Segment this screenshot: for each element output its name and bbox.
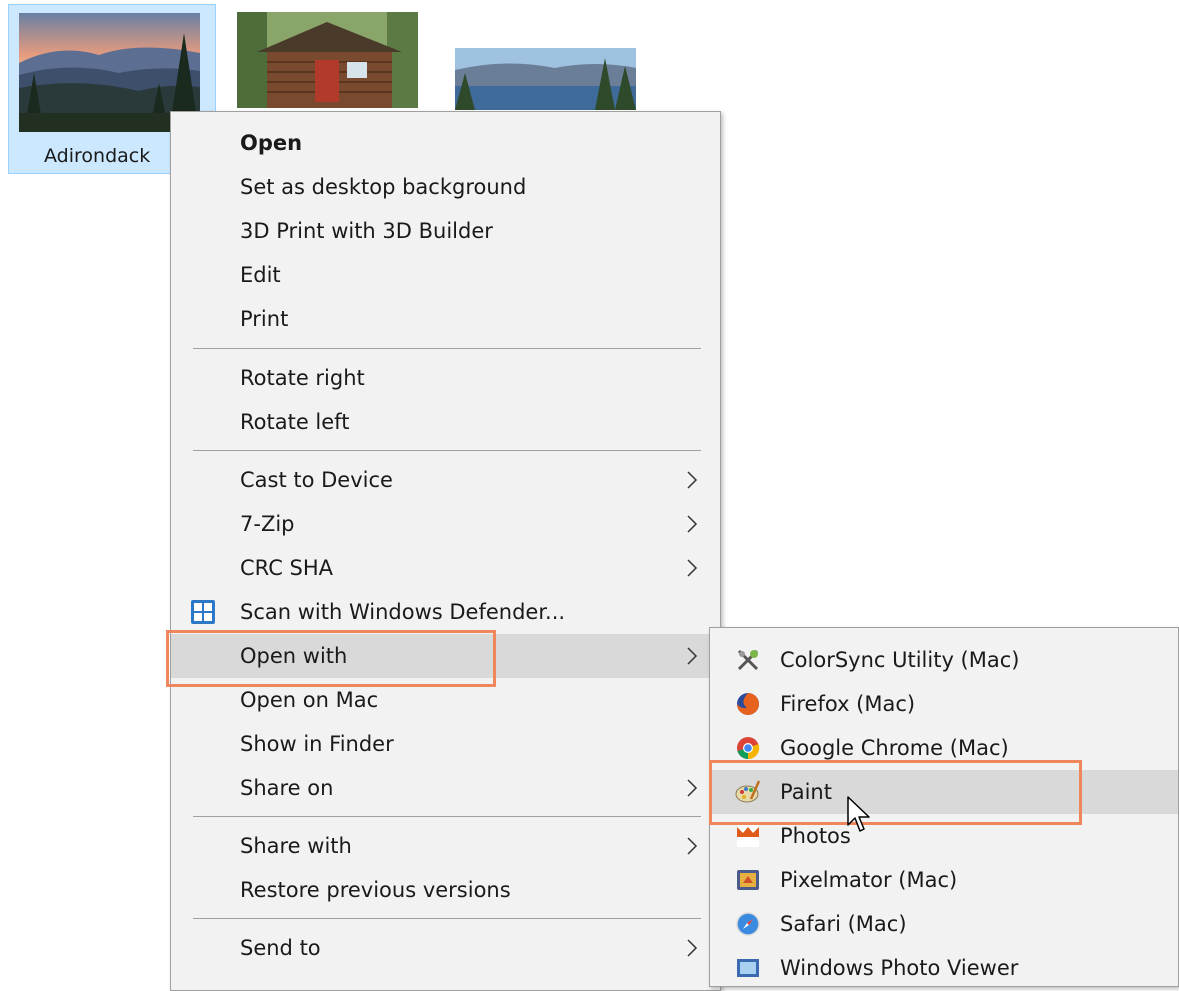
menu-item-edit[interactable]: Edit: [171, 253, 720, 297]
menu-item-label: Share with: [240, 834, 352, 858]
menu-item-label: Open: [240, 131, 303, 155]
chevron-right-icon: [687, 559, 698, 577]
menu-item-label: Show in Finder: [240, 732, 394, 756]
submenu-item-label: Windows Photo Viewer: [780, 956, 1019, 980]
submenu-item-label: Pixelmator (Mac): [780, 868, 958, 892]
menu-item-label: Cast to Device: [240, 468, 393, 492]
menu-item-label: Print: [240, 307, 289, 331]
photo-viewer-icon: [737, 959, 759, 977]
menu-item-share-with[interactable]: Share with: [171, 824, 720, 868]
menu-item-scan-with-windows-defender[interactable]: Scan with Windows Defender...: [171, 590, 720, 634]
colorsync-icon: [737, 649, 759, 671]
submenu-item-colorsync-utility[interactable]: ColorSync Utility (Mac): [710, 638, 1178, 682]
menu-item-rotate-left[interactable]: Rotate left: [171, 400, 720, 444]
menu-item-label: Edit: [240, 263, 281, 287]
menu-separator: [193, 348, 701, 349]
chevron-right-icon: [687, 837, 698, 855]
chrome-icon: [737, 737, 760, 760]
submenu-item-label: ColorSync Utility (Mac): [780, 648, 1020, 672]
menu-item-3d-print[interactable]: 3D Print with 3D Builder: [171, 209, 720, 253]
menu-item-label: CRC SHA: [240, 556, 334, 580]
paint-highlight: [709, 760, 1082, 825]
menu-item-label: Set as desktop background: [240, 175, 527, 199]
menu-item-label: Scan with Windows Defender...: [240, 600, 566, 624]
chevron-right-icon: [687, 471, 698, 489]
menu-item-rotate-right[interactable]: Rotate right: [171, 356, 720, 400]
windows-defender-icon: [191, 600, 215, 624]
menu-item-print[interactable]: Print: [171, 297, 720, 341]
selected-file-label: Adirondack: [44, 145, 151, 167]
menu-item-send-to[interactable]: Send to: [171, 926, 720, 970]
menu-separator: [193, 450, 701, 451]
menu-item-restore-previous-versions[interactable]: Restore previous versions: [171, 868, 720, 912]
menu-item-label: Send to: [240, 936, 321, 960]
menu-item-set-as-desktop-background[interactable]: Set as desktop background: [171, 165, 720, 209]
submenu-item-windows-photo-viewer[interactable]: Windows Photo Viewer: [710, 946, 1178, 990]
chevron-right-icon: [687, 939, 698, 957]
menu-item-label: Share on: [240, 776, 334, 800]
pixelmator-icon: [737, 870, 759, 890]
mouse-pointer-icon: [847, 796, 870, 832]
menu-item-7-zip[interactable]: 7-Zip: [171, 502, 720, 546]
submenu-item-pixelmator[interactable]: Pixelmator (Mac): [710, 858, 1178, 902]
menu-separator: [193, 918, 701, 919]
lake-thumbnail[interactable]: [455, 48, 636, 110]
context-menu: Open Set as desktop background 3D Print …: [170, 111, 721, 991]
menu-item-label: Restore previous versions: [240, 878, 511, 902]
menu-item-cast-to-device[interactable]: Cast to Device: [171, 458, 720, 502]
menu-separator: [193, 816, 701, 817]
firefox-icon: [737, 693, 759, 715]
menu-item-label: 7-Zip: [240, 512, 295, 536]
menu-item-label: Rotate left: [240, 410, 350, 434]
submenu-item-label: Firefox (Mac): [780, 692, 916, 716]
submenu-item-safari[interactable]: Safari (Mac): [710, 902, 1178, 946]
chevron-right-icon: [687, 779, 698, 797]
menu-item-label: Rotate right: [240, 366, 365, 390]
photos-icon: [737, 825, 759, 847]
menu-item-share-on[interactable]: Share on: [171, 766, 720, 810]
menu-item-label: 3D Print with 3D Builder: [240, 219, 493, 243]
open-with-highlight: [166, 630, 496, 687]
chevron-right-icon: [687, 515, 698, 533]
safari-icon: [736, 912, 760, 936]
menu-item-crc-sha[interactable]: CRC SHA: [171, 546, 720, 590]
menu-item-show-in-finder[interactable]: Show in Finder: [171, 722, 720, 766]
submenu-item-firefox[interactable]: Firefox (Mac): [710, 682, 1178, 726]
chevron-right-icon: [687, 647, 698, 665]
submenu-item-label: Safari (Mac): [780, 912, 907, 936]
cabin-thumbnail[interactable]: [237, 12, 418, 108]
menu-item-open[interactable]: Open: [171, 121, 720, 165]
